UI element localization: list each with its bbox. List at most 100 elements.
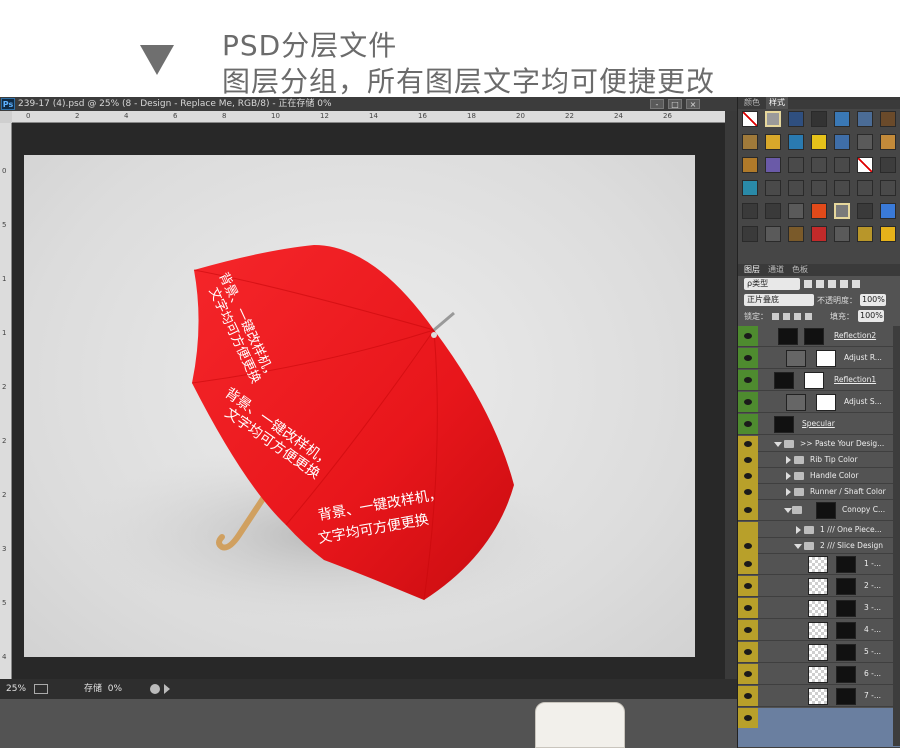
style-swatch[interactable]: [834, 134, 850, 150]
group-row[interactable]: 2 /// Slice Design: [738, 538, 900, 554]
navigator-icon[interactable]: [34, 684, 48, 694]
visibility-eye-icon[interactable]: [738, 500, 758, 520]
minimize-button[interactable]: -: [650, 99, 664, 109]
visibility-eye-icon[interactable]: [738, 452, 758, 468]
style-swatch[interactable]: [742, 226, 758, 242]
layer-row[interactable]: 5 -...: [738, 642, 900, 663]
collapse-arrow-icon[interactable]: [786, 456, 791, 464]
tab-color[interactable]: 颜色: [744, 97, 760, 109]
style-swatch[interactable]: [742, 180, 758, 196]
style-swatch[interactable]: [811, 226, 827, 242]
type-filter-icon[interactable]: [828, 280, 836, 288]
style-swatch[interactable]: [742, 157, 758, 173]
visibility-eye-icon[interactable]: [738, 414, 758, 434]
lock-move-icon[interactable]: [794, 312, 801, 320]
info-icon[interactable]: [150, 684, 160, 694]
group-row[interactable]: >> Paste Your Desig...: [738, 436, 900, 452]
style-swatch[interactable]: [765, 226, 781, 242]
style-swatch[interactable]: [834, 111, 850, 127]
style-swatch[interactable]: [811, 180, 827, 196]
style-swatch[interactable]: [880, 134, 896, 150]
tab-channels[interactable]: 通道: [768, 264, 784, 276]
style-swatch[interactable]: [857, 226, 873, 242]
visibility-eye-icon[interactable]: [738, 686, 758, 706]
group-row[interactable]: Runner / Shaft Color: [738, 484, 900, 500]
style-swatch[interactable]: [765, 157, 781, 173]
style-swatch[interactable]: [765, 203, 781, 219]
style-swatch[interactable]: [880, 180, 896, 196]
collapse-arrow-icon[interactable]: [786, 472, 791, 480]
visibility-eye-icon[interactable]: [738, 538, 758, 554]
style-swatch-none[interactable]: [857, 157, 873, 173]
maximize-button[interactable]: □: [668, 99, 682, 109]
lock-transparent-icon[interactable]: [772, 312, 779, 320]
visibility-eye-icon[interactable]: [738, 348, 758, 368]
visibility-eye-icon[interactable]: [738, 436, 758, 452]
style-swatch[interactable]: [834, 226, 850, 242]
tab-swatches[interactable]: 色板: [792, 264, 808, 276]
expand-arrow-icon[interactable]: [794, 544, 802, 549]
style-swatch[interactable]: [765, 180, 781, 196]
vertical-scrollbar[interactable]: [725, 111, 737, 679]
style-swatch[interactable]: [811, 111, 827, 127]
style-swatch[interactable]: [742, 134, 758, 150]
zoom-level[interactable]: 25%: [6, 679, 26, 699]
visibility-eye-icon[interactable]: [738, 370, 758, 390]
visibility-eye-icon[interactable]: [738, 642, 758, 662]
layer-row[interactable]: Specular: [738, 414, 900, 435]
group-row[interactable]: 1 /// One Piece...: [738, 522, 900, 538]
style-swatch[interactable]: [857, 203, 873, 219]
close-button[interactable]: ×: [686, 99, 700, 109]
style-swatch[interactable]: [811, 134, 827, 150]
adjust-filter-icon[interactable]: [816, 280, 824, 288]
visibility-eye-icon[interactable]: [738, 708, 758, 728]
style-swatch[interactable]: [788, 157, 804, 173]
shape-filter-icon[interactable]: [840, 280, 848, 288]
style-swatch[interactable]: [788, 180, 804, 196]
visibility-eye-icon[interactable]: [738, 522, 758, 538]
layers-scrollbar[interactable]: [893, 326, 900, 746]
smart-filter-icon[interactable]: [852, 280, 860, 288]
collapse-arrow-icon[interactable]: [786, 488, 791, 496]
blend-mode-select[interactable]: 正片叠底: [744, 294, 814, 306]
collapse-arrow-icon[interactable]: [796, 526, 801, 534]
style-swatch[interactable]: [765, 111, 781, 127]
tab-layers[interactable]: 图层: [744, 264, 760, 276]
visibility-eye-icon[interactable]: [738, 554, 758, 574]
style-swatch[interactable]: [811, 203, 827, 219]
tab-styles[interactable]: 样式: [766, 97, 788, 109]
layer-row[interactable]: 6 -...: [738, 664, 900, 685]
style-swatch[interactable]: [834, 180, 850, 196]
layer-row[interactable]: 1 -...: [738, 554, 900, 575]
layer-row[interactable]: 3 -...: [738, 598, 900, 619]
style-swatch[interactable]: [834, 157, 850, 173]
style-swatch[interactable]: [742, 203, 758, 219]
style-swatch-none[interactable]: [742, 111, 758, 127]
style-swatch[interactable]: [857, 180, 873, 196]
style-swatch[interactable]: [857, 111, 873, 127]
group-row[interactable]: Conopy C...: [738, 500, 900, 521]
style-swatch[interactable]: [811, 157, 827, 173]
style-swatch[interactable]: [788, 134, 804, 150]
visibility-eye-icon[interactable]: [738, 664, 758, 684]
layer-row[interactable]: 4 -...: [738, 620, 900, 641]
style-swatch[interactable]: [880, 226, 896, 242]
image-filter-icon[interactable]: [804, 280, 812, 288]
style-swatch[interactable]: [765, 134, 781, 150]
style-swatch[interactable]: [880, 111, 896, 127]
ruler-left[interactable]: 0 5 1 1 2 2 2 3 5 4: [0, 123, 12, 679]
visibility-eye-icon[interactable]: [738, 468, 758, 484]
group-row[interactable]: Rib Tip Color: [738, 452, 900, 468]
layer-row[interactable]: 7 -...: [738, 686, 900, 707]
layer-row-selected[interactable]: [738, 708, 900, 748]
layer-row[interactable]: Adjust S...: [738, 392, 900, 413]
group-row[interactable]: Handle Color: [738, 468, 900, 484]
layer-row[interactable]: Reflection2: [738, 326, 900, 347]
visibility-eye-icon[interactable]: [738, 620, 758, 640]
ruler-top[interactable]: 0 2 4 6 8 10 12 14 16 18 20 22 24 26: [12, 111, 725, 123]
style-swatch[interactable]: [788, 203, 804, 219]
document-canvas[interactable]: 背景、一键改样机， 文字均可方便更换 背景、一键改样机， 文字均可方便更换 背景…: [24, 155, 695, 657]
fill-input[interactable]: 100%: [858, 310, 884, 322]
expand-arrow-icon[interactable]: [774, 442, 782, 447]
layer-row[interactable]: Reflection1: [738, 370, 900, 391]
